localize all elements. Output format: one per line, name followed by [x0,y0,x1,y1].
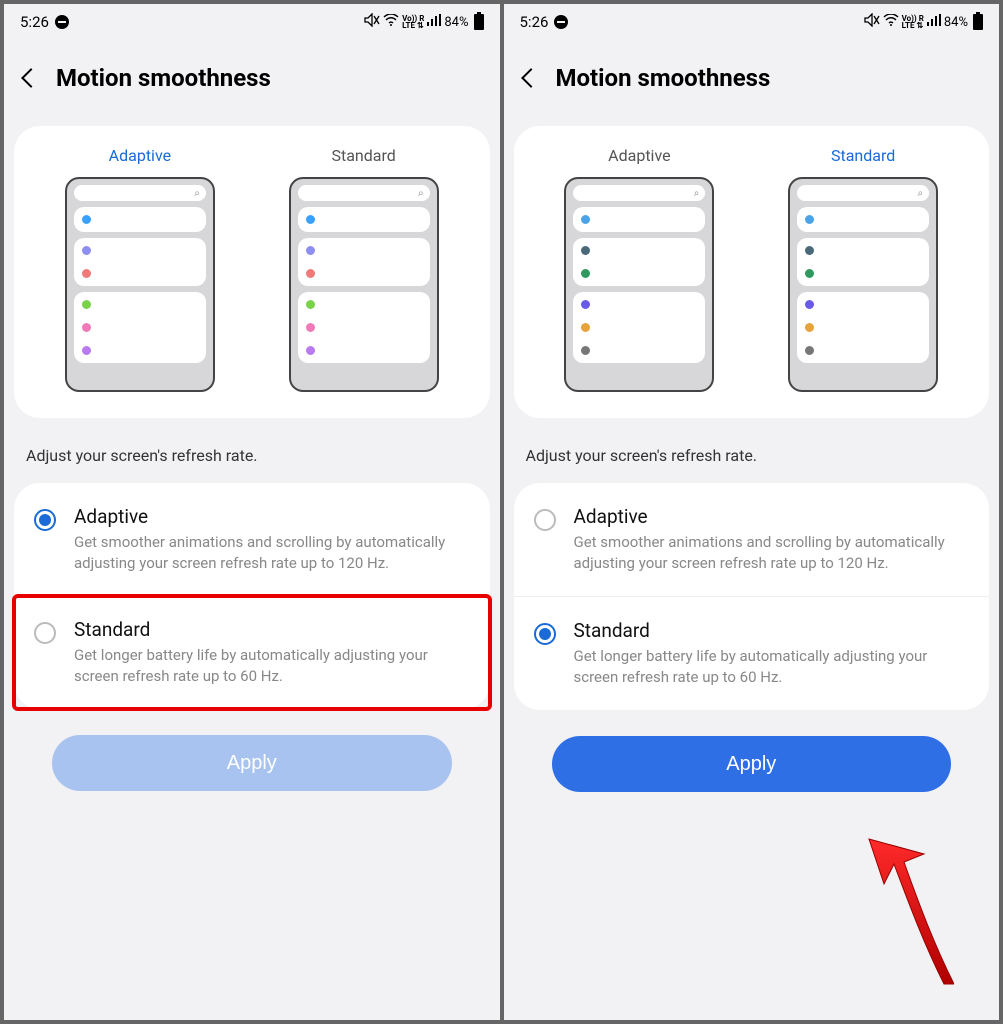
option-standard-title: Standard [74,618,470,641]
signal-icon [927,14,941,30]
options-list: Adaptive Get smoother animations and scr… [514,483,990,710]
preview-adaptive-mock: ⌕ [564,177,714,392]
preview-adaptive-mock: ⌕ [65,177,215,392]
option-adaptive-title: Adaptive [74,505,470,528]
option-adaptive-desc: Get smoother animations and scrolling by… [574,532,970,574]
status-bar: 5:26 Vo)) RLTE ⇅ 84% [504,4,1000,40]
option-adaptive-title: Adaptive [574,505,970,528]
dnd-icon [554,15,568,29]
preview-card: Adaptive ⌕ Standard ⌕ [14,126,490,418]
search-icon: ⌕ [74,185,206,201]
battery-percent: 84% [944,15,968,30]
battery-icon [474,14,484,30]
dnd-icon [55,15,69,29]
option-standard[interactable]: Standard Get longer battery life by auto… [14,596,490,709]
option-standard-desc: Get longer battery life by automatically… [574,646,970,688]
mute-icon [364,13,380,31]
wifi-icon [883,14,899,30]
volte-icon: Vo)) RLTE ⇅ [902,15,924,29]
volte-icon: Vo)) RLTE ⇅ [402,15,424,29]
radio-adaptive[interactable] [34,509,56,531]
option-adaptive[interactable]: Adaptive Get smoother animations and scr… [514,483,990,596]
preview-standard-label: Standard [831,146,895,165]
option-standard-desc: Get longer battery life by automatically… [74,645,470,687]
preview-standard-mock: ⌕ [289,177,439,392]
header: Motion smoothness [4,40,500,126]
battery-icon [973,14,983,30]
page-title: Motion smoothness [556,64,771,92]
back-icon[interactable] [521,68,541,88]
signal-icon [427,14,441,30]
page-title: Motion smoothness [56,64,271,92]
phone-screen-right: 5:26 Vo)) RLTE ⇅ 84% Motion smoothness A… [504,4,1000,1020]
status-bar: 5:26 Vo)) RLTE ⇅ 84% [4,4,500,40]
preview-card: Adaptive ⌕ Standard ⌕ [514,126,990,418]
preview-standard[interactable]: Standard ⌕ [788,146,938,392]
status-time: 5:26 [20,13,49,31]
preview-adaptive[interactable]: Adaptive ⌕ [564,146,714,392]
option-adaptive[interactable]: Adaptive Get smoother animations and scr… [14,483,490,596]
preview-standard-mock: ⌕ [788,177,938,392]
option-standard-title: Standard [574,619,970,642]
phone-screen-left: 5:26 Vo)) RLTE ⇅ 84% Motion smoothness A… [4,4,500,1020]
preview-adaptive[interactable]: Adaptive ⌕ [65,146,215,392]
apply-button[interactable]: Apply [52,735,452,791]
option-standard[interactable]: Standard Get longer battery life by auto… [514,596,990,710]
search-icon: ⌕ [298,185,430,201]
annotation-arrow-icon [804,834,954,994]
description: Adjust your screen's refresh rate. [504,418,1000,483]
status-time: 5:26 [520,13,549,31]
radio-standard[interactable] [34,622,56,644]
preview-adaptive-label: Adaptive [109,146,171,165]
option-adaptive-desc: Get smoother animations and scrolling by… [74,532,470,574]
mute-icon [864,13,880,31]
apply-button[interactable]: Apply [552,736,952,792]
options-list: Adaptive Get smoother animations and scr… [14,483,490,709]
search-icon: ⌕ [573,185,705,201]
radio-standard[interactable] [534,623,556,645]
back-icon[interactable] [21,68,41,88]
wifi-icon [383,14,399,30]
radio-adaptive[interactable] [534,509,556,531]
battery-percent: 84% [444,15,468,30]
description: Adjust your screen's refresh rate. [4,418,500,483]
search-icon: ⌕ [797,185,929,201]
header: Motion smoothness [504,40,1000,126]
preview-standard[interactable]: Standard ⌕ [289,146,439,392]
preview-standard-label: Standard [331,146,395,165]
preview-adaptive-label: Adaptive [608,146,670,165]
